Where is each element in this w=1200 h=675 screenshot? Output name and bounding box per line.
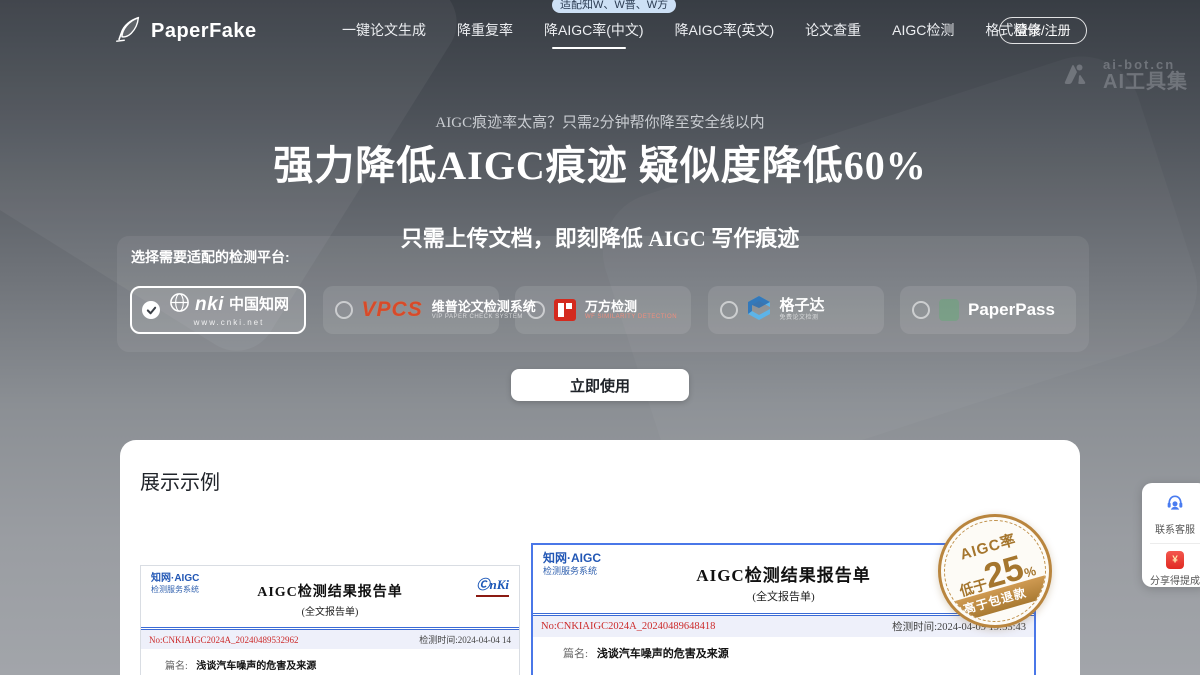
brand-name: PaperFake [151,20,257,43]
nav-item-reduce-aigc-en[interactable]: 降AIGC率(英文) [675,20,775,40]
site-watermark: ai-bot.cn AI工具集 [1059,58,1188,93]
watermark-name: AI工具集 [1103,72,1188,93]
platform-option-wanfang[interactable]: 万方检测 WF SIMILARITY DETECTION [515,286,691,334]
platform-option-cnki[interactable]: nki 中国知网 www.cnki.net [130,286,306,334]
platform-option-gezida[interactable]: 格子达 免费论文检测 [708,286,884,334]
showcase-heading: 展示示例 [140,466,220,495]
cnki-url: www.cnki.net [169,319,289,328]
showcase-section: 展示示例 知网·AIGC 检测服务系统 ⒸnKi AIGC检测结果报告单 (全文… [120,440,1080,675]
radio-icon [912,301,930,319]
report-field-row: 篇名: 浅谈汽车噪声的危害及来源 [533,637,1034,661]
watermark-domain: ai-bot.cn [1103,58,1188,72]
platform-option-paperpass[interactable]: PaperPass [900,286,1076,334]
wanfang-logo-icon [554,299,576,321]
nav-item-paper-check[interactable]: 论文查重 [805,20,861,40]
nav-item-aigc-detect[interactable]: AIGC检测 [892,20,954,40]
report-number: No:CNKIAIGC2024A_20240489648418 [541,621,715,632]
divider [1150,543,1200,544]
wanfang-subtitle: WF SIMILARITY DETECTION [585,314,677,321]
report-no-row: No:CNKIAIGC2024A_20240489532962 检测时间:202… [141,630,519,649]
guarantee-stamp-badge: AIGC率 低于25% 高于包退款 [938,514,1052,628]
hero-title: 强力降低AIGC痕迹 疑似度降低60% [0,133,1200,191]
platform-option-vpcs[interactable]: VPCS 维普论文检测系统 VIP PAPER CHECK SYSTEM [323,286,499,334]
nav-menu: 一键论文生成 降重复率 适配知W、W普、W方 降AIGC率(中文) 降AIGC率… [342,0,1041,60]
report-subtitle: (全文报告单) [141,603,519,618]
radio-icon [335,301,353,319]
feather-icon [113,14,143,49]
selected-check-icon [142,301,160,319]
red-packet-icon [1166,551,1184,569]
wanfang-title: 万方检测 [585,300,677,314]
cnki-globe-icon [169,292,190,318]
headset-icon [1165,493,1185,518]
radio-icon [720,301,738,319]
contact-support-label: 联系客服 [1155,521,1195,536]
ai-bot-logo-icon [1059,58,1095,93]
nav-item-reduce-duplication[interactable]: 降重复率 [457,20,513,40]
brand-logo[interactable]: PaperFake [113,14,257,49]
report-number: No:CNKIAIGC2024A_20240489532962 [149,635,299,645]
nav-item-reduce-aigc-cn[interactable]: 适配知W、W普、W方 降AIGC率(中文) [544,20,644,40]
report-time: 检测时间:2024-04-04 14 [419,633,511,646]
gezida-subtitle: 免费论文检测 [780,315,825,322]
platform-select-label: 选择需要适配的检测平台: [131,247,290,267]
gezida-cube-icon [747,295,771,326]
share-commission-button[interactable]: 分享得提成 [1142,549,1200,589]
platform-options: nki 中国知网 www.cnki.net VPCS 维普论文检测系统 VIP … [117,286,1089,334]
report-brand: 知网·AIGC 检测服务系统 [151,573,199,594]
vpcs-logo-text: VPCS [362,298,423,322]
report-card-before: 知网·AIGC 检测服务系统 ⒸnKi AIGC检测结果报告单 (全文报告单) … [140,565,520,675]
nav-item-badge: 适配知W、W普、W方 [552,0,676,13]
navbar: PaperFake 一键论文生成 降重复率 适配知W、W普、W方 降AIGC率(… [0,0,1200,60]
contact-support-button[interactable]: 联系客服 [1142,491,1200,538]
radio-icon [527,301,545,319]
use-now-button[interactable]: 立即使用 [511,369,689,401]
report-brand: 知网·AIGC 检测服务系统 [543,552,601,576]
hero-tagline: AIGC痕迹率太高？只需2分钟帮你降至安全线以内 [0,111,1200,132]
paperpass-title: PaperPass [968,300,1055,320]
cnki-latin-text: nki [195,295,224,316]
gezida-title: 格子达 [780,298,825,315]
cnki-corner-logo: ⒸnKi [476,574,509,597]
floating-side-panel: 联系客服 分享得提成 [1142,483,1200,587]
login-register-button[interactable]: 登录/注册 [999,17,1087,44]
cnki-cn-text: 中国知网 [229,297,289,314]
nav-item-generate[interactable]: 一键论文生成 [342,20,426,40]
report-field-row: 篇名: 浅谈汽车噪声的危害及来源 [141,649,519,672]
paperpass-logo-icon [939,299,959,321]
platform-panel: 选择需要适配的检测平台: nki 中国知网 [117,236,1089,352]
share-commission-label: 分享得提成 [1150,572,1200,587]
